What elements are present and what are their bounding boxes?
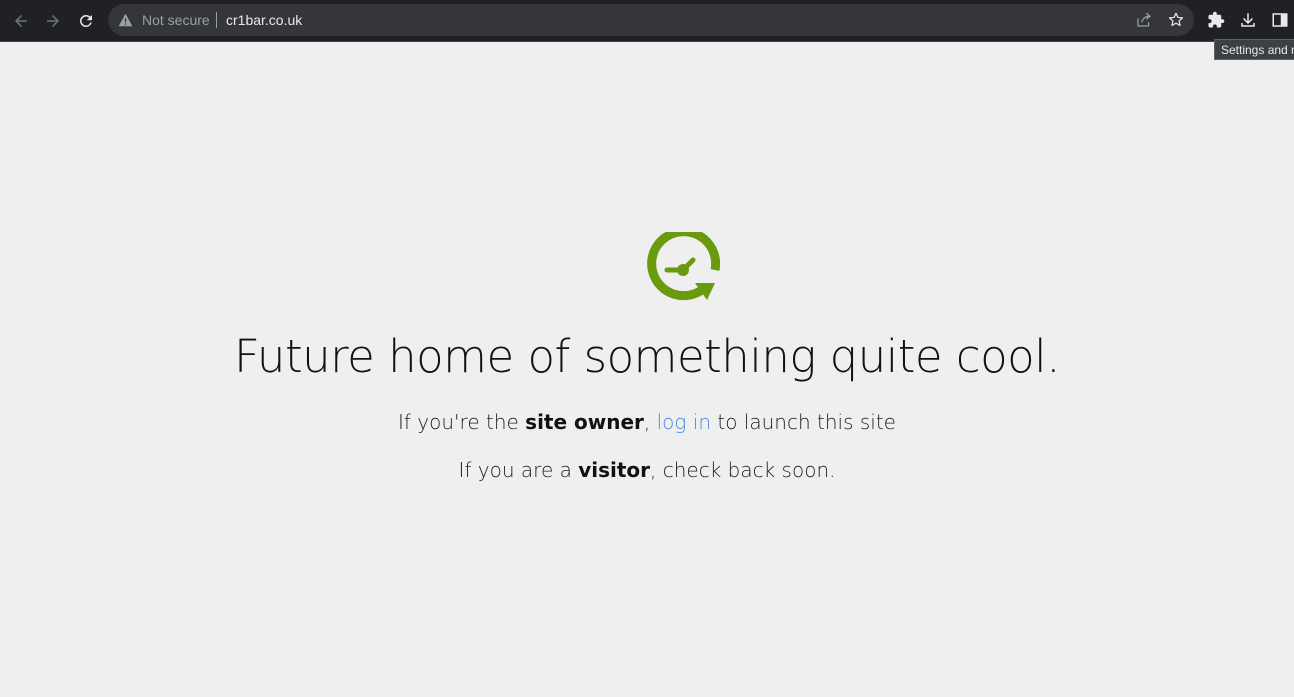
warning-icon[interactable] <box>118 13 133 27</box>
page-content: Future home of something quite cool. If … <box>0 42 1294 697</box>
separator <box>216 12 217 28</box>
clock-refresh-icon <box>647 232 721 301</box>
forward-arrow-icon <box>47 15 59 27</box>
site-owner-text: site owner <box>525 410 644 434</box>
visitor-text: visitor <box>578 458 651 482</box>
security-status[interactable]: Not secure <box>142 12 210 28</box>
star-icon[interactable] <box>1167 11 1185 29</box>
browser-toolbar: Not secure cr1bar.co.uk <box>0 0 1294 42</box>
puzzle-icon[interactable] <box>1207 11 1225 29</box>
reload-icon <box>79 14 92 27</box>
owner-message: If you're the site owner, log in to laun… <box>0 409 1294 435</box>
address-bar[interactable]: Not secure cr1bar.co.uk <box>108 4 1194 36</box>
side-panel-icon[interactable] <box>1271 11 1289 29</box>
visitor-message: If you are a visitor, check back soon. <box>0 457 1294 483</box>
back-arrow-icon <box>15 15 27 27</box>
download-icon[interactable] <box>1239 11 1257 29</box>
page-headline: Future home of something quite cool. <box>234 330 1061 383</box>
owner-comma: , <box>643 410 657 434</box>
back-button[interactable] <box>8 8 34 34</box>
owner-suffix: to launch this site <box>711 410 896 434</box>
visitor-prefix: If you are a <box>458 458 579 482</box>
url-text[interactable]: cr1bar.co.uk <box>226 12 302 28</box>
share-icon[interactable] <box>1135 11 1153 29</box>
reload-button[interactable] <box>73 8 99 34</box>
owner-prefix: If you're the <box>398 410 526 434</box>
visitor-suffix: , check back soon. <box>650 458 836 482</box>
forward-button[interactable] <box>40 8 66 34</box>
login-link[interactable]: log in <box>657 410 711 434</box>
